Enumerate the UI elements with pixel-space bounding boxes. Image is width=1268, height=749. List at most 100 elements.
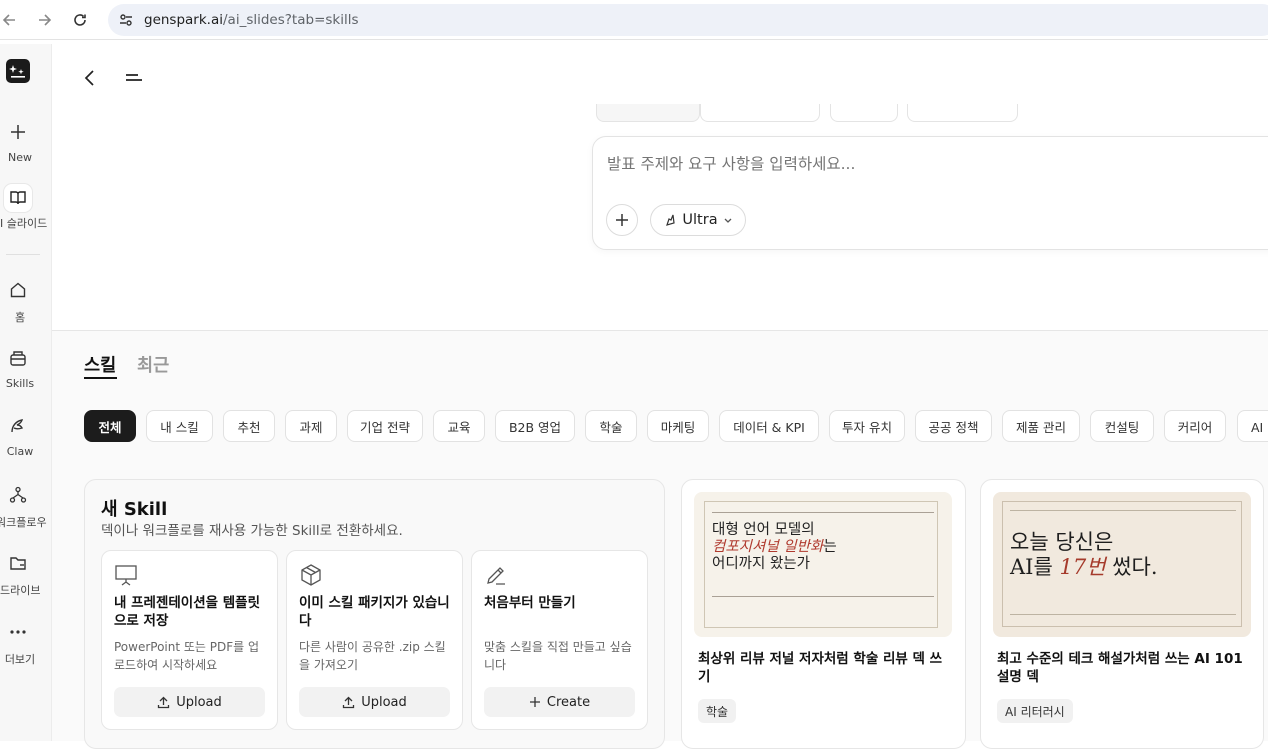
filter-chip[interactable]: 데이터 & KPI (719, 410, 819, 442)
url-path: /ai_slides?tab=skills (223, 12, 359, 28)
filter-chip[interactable]: 공공 정책 (915, 410, 992, 442)
plus-icon (616, 214, 628, 226)
more-icon (6, 620, 30, 644)
button-label: Upload (176, 694, 222, 710)
sidebar: New I 슬라이드 홈 Skills Claw 워크플로우 드라이브 더보기 (0, 44, 52, 741)
model-selector[interactable]: Ultra (650, 204, 746, 236)
filter-chip[interactable]: 마케팅 (647, 410, 709, 442)
workflow-icon (6, 483, 30, 507)
sidebar-item-ai-slides[interactable]: I 슬라이드 (0, 184, 51, 231)
suggestion-chip[interactable] (596, 104, 700, 122)
attach-button[interactable] (606, 204, 638, 236)
filter-chip[interactable]: B2B 영업 (495, 410, 575, 442)
deck-title: 최상위 리뷰 저널 저자처럼 학술 리뷰 덱 쓰기 (698, 651, 943, 685)
sidebar-item-claw[interactable]: Claw (0, 414, 51, 458)
deck-thumbnail: 대형 언어 모델의 컴포지셔널 일반화는 어디까지 왔는가 (694, 492, 952, 637)
upload-button[interactable]: Upload (114, 687, 265, 717)
address-bar[interactable]: genspark.ai/ai_slides?tab=skills (108, 4, 1268, 36)
url-host: genspark.ai (144, 12, 223, 28)
site-settings-icon[interactable] (118, 12, 134, 32)
filter-chip-all[interactable]: 전체 (84, 410, 136, 442)
home-icon (6, 278, 30, 302)
option-title: 이미 스킬 패키지가 있습니다 (299, 595, 450, 629)
button-label: Create (546, 694, 591, 710)
sidebar-item-workflow[interactable]: 워크플로우 (0, 483, 51, 530)
sidebar-item-skills[interactable]: Skills (0, 346, 51, 390)
sidebar-item-new[interactable]: New (0, 120, 51, 164)
upload-icon (343, 696, 355, 708)
active-tab-indicator (84, 377, 117, 379)
model-icon (666, 214, 676, 226)
filter-chip[interactable]: 제품 관리 (1002, 410, 1080, 442)
suggestion-chip[interactable] (700, 104, 820, 122)
suggestion-chip[interactable] (830, 104, 898, 122)
sidebar-item-label: 더보기 (4, 653, 36, 666)
deck-tag: 학술 (698, 699, 737, 723)
option-import-package[interactable]: 이미 스킬 패키지가 있습니다 다른 사람이 공유한 .zip 스킬을 가져오기… (286, 550, 463, 730)
filter-chip[interactable]: 학술 (585, 410, 637, 442)
thumbnail-heading-line: AI를 (1010, 555, 1060, 579)
sidebar-item-label: 홈 (14, 311, 26, 324)
pencil-icon (484, 563, 508, 587)
genspark-logo[interactable] (6, 59, 30, 83)
filter-chip[interactable]: 컨설팅 (1090, 410, 1154, 442)
sidebar-item-drive[interactable]: 드라이브 (0, 551, 51, 598)
deck-tag: AI 리터러시 (997, 699, 1073, 723)
model-label: Ultra (682, 212, 718, 228)
deck-thumbnail: 오늘 당신은 AI를 17번 썼다. (993, 492, 1251, 637)
browser-back-icon[interactable] (0, 8, 22, 32)
composer-suggestion-chips (596, 104, 1268, 124)
back-button[interactable] (80, 68, 100, 88)
browser-forward-icon[interactable] (32, 8, 56, 32)
browser-toolbar: genspark.ai/ai_slides?tab=skills (0, 0, 1268, 40)
option-save-template[interactable]: 내 프레젠테이션을 템플릿으로 저장 PowerPoint 또는 PDF를 업로… (101, 550, 278, 730)
sidebar-item-label: Skills (5, 377, 35, 390)
suggestion-chip[interactable] (907, 104, 1018, 122)
new-skill-title: 새 Skill (101, 499, 168, 520)
thumbnail-rule (712, 512, 934, 513)
skills-icon (6, 346, 30, 370)
book-icon (4, 184, 32, 212)
tab-skills[interactable]: 스킬 (84, 352, 116, 377)
thumbnail-heading-line: 는 (823, 539, 837, 555)
plus-icon (6, 120, 30, 144)
folder-icon (6, 551, 30, 575)
browser-reload-icon[interactable] (68, 8, 92, 32)
filter-chip[interactable]: AI 리터러시 (1237, 410, 1268, 442)
category-filter-bar: 전체 내 스킬 추천 과제 기업 전략 교육 B2B 영업 학술 마케팅 데이터… (84, 410, 1268, 443)
option-create-from-scratch[interactable]: 처음부터 만들기 맞춤 스킬을 직접 만들고 싶습니다 Create (471, 550, 648, 730)
option-title: 처음부터 만들기 (484, 595, 576, 611)
filter-chip[interactable]: 과제 (285, 410, 337, 442)
filter-chip[interactable]: 추천 (223, 410, 275, 442)
sidebar-item-label: 워크플로우 (0, 516, 47, 529)
prompt-composer: Ultra (592, 136, 1268, 250)
new-skill-card: 새 Skill 덱이나 워크플로를 재사용 가능한 Skill로 전환하세요. … (84, 479, 665, 749)
filter-chip[interactable]: 투자 유치 (829, 410, 905, 442)
menu-button[interactable] (124, 68, 144, 88)
upload-icon (158, 696, 170, 708)
sidebar-item-home[interactable]: 홈 (0, 278, 51, 325)
new-skill-subtitle: 덱이나 워크플로를 재사용 가능한 Skill로 전환하세요. (101, 523, 403, 539)
skill-deck-card[interactable]: 오늘 당신은 AI를 17번 썼다. 최고 수준의 테크 해설가처럼 쓰는 AI… (980, 479, 1264, 749)
deck-title: 최고 수준의 테크 해설가처럼 쓰는 AI 101 설명 덱 (997, 651, 1243, 685)
upload-button[interactable]: Upload (299, 687, 450, 717)
thumbnail-heading-line: 썼다. (1105, 555, 1158, 579)
skill-deck-card[interactable]: 대형 언어 모델의 컴포지셔널 일반화는 어디까지 왔는가 최상위 리뷰 저널 … (681, 479, 966, 749)
sidebar-item-more[interactable]: 더보기 (0, 620, 51, 667)
plus-icon (529, 697, 540, 707)
thumbnail-rule (712, 596, 934, 597)
filter-chip[interactable]: 교육 (433, 410, 485, 442)
prompt-input[interactable] (607, 155, 1247, 173)
create-button[interactable]: Create (484, 687, 635, 717)
thumbnail-heading-emphasis: 17번 (1059, 555, 1106, 579)
tab-recent[interactable]: 최근 (137, 352, 169, 377)
thumbnail-rule (1010, 510, 1236, 511)
claw-icon (6, 414, 30, 438)
presentation-icon (114, 563, 138, 587)
filter-chip[interactable]: 내 스킬 (146, 410, 213, 442)
filter-chip[interactable]: 커리어 (1164, 410, 1226, 442)
filter-chip[interactable]: 기업 전략 (347, 410, 423, 442)
sidebar-item-label: I 슬라이드 (0, 217, 48, 230)
thumbnail-heading-line: 어디까지 왔는가 (712, 556, 810, 572)
option-description: 맞춤 스킬을 직접 만들고 싶습니다 (484, 640, 632, 672)
